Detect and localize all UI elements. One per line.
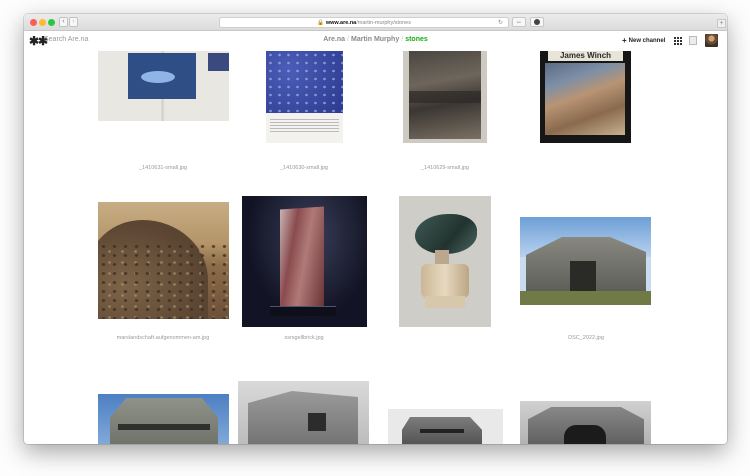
breadcrumb-separator: / xyxy=(401,36,404,43)
rock-ledge xyxy=(409,91,481,103)
channel-grid: _1410631-small.jpg _1410630-small.jpg _1… xyxy=(24,51,727,444)
bunker-door xyxy=(308,413,326,431)
block-image[interactable] xyxy=(98,202,229,319)
new-tab-button[interactable]: + xyxy=(717,19,726,28)
block-image[interactable] xyxy=(238,381,369,444)
texture xyxy=(98,242,229,319)
extension-icon xyxy=(534,19,540,25)
forward-arrow-icon: › xyxy=(72,18,75,25)
resize-arrows-icon: ↔ xyxy=(516,19,522,25)
block-caption: _1410629-small.jpg xyxy=(420,165,469,171)
block-image[interactable] xyxy=(388,409,503,444)
pedestal xyxy=(421,264,469,298)
block-image[interactable]: James Winch xyxy=(540,51,631,143)
block-image[interactable] xyxy=(266,51,343,143)
block-image[interactable] xyxy=(399,196,491,327)
fish-shape xyxy=(141,71,175,83)
block-image[interactable] xyxy=(242,196,367,327)
bunker-door xyxy=(570,261,596,291)
texture xyxy=(266,51,343,113)
app-header: ✱✱ Search Are.na Are.na / Martin Murphy / st… xyxy=(24,31,727,51)
forward-button[interactable]: › xyxy=(69,17,78,27)
text-lines xyxy=(270,119,339,133)
brick-shape xyxy=(280,206,324,310)
bunker-shape xyxy=(110,398,218,444)
notifications-button[interactable] xyxy=(689,36,697,45)
breadcrumb-root[interactable]: Are.na xyxy=(323,36,345,43)
block-image[interactable] xyxy=(520,401,651,444)
image-panel xyxy=(545,63,625,135)
url-host: www.are.na xyxy=(325,20,357,26)
resize-button[interactable]: ↔ xyxy=(512,17,526,27)
plus-icon: + xyxy=(719,20,724,27)
pedestal xyxy=(270,306,336,316)
bunker-slit xyxy=(420,429,464,433)
block-image[interactable] xyxy=(403,51,487,143)
browser-window: ‹ › 🔒 www.are.na/martin-murphy/stones ↻ ↔… xyxy=(24,14,727,444)
breadcrumb-separator: / xyxy=(347,36,349,43)
url-path: /martin-murphy/stones xyxy=(356,20,411,26)
bunker-shape xyxy=(248,391,358,444)
breadcrumb-channel[interactable]: stones xyxy=(405,36,428,43)
back-button[interactable]: ‹ xyxy=(59,17,68,27)
zoom-window-button[interactable] xyxy=(48,19,55,26)
breadcrumb-user[interactable]: Martin Murphy xyxy=(351,36,399,43)
extension-button[interactable] xyxy=(530,17,544,27)
block-image[interactable] xyxy=(98,394,229,444)
avatar[interactable] xyxy=(705,34,718,47)
block-caption: ssrsgellbrick.jpg xyxy=(284,335,324,341)
lock-icon: 🔒 xyxy=(317,20,324,26)
pedestal-base xyxy=(425,296,465,308)
bunker-door xyxy=(564,425,606,444)
new-channel-label: New channel xyxy=(628,38,666,44)
grid-view-icon[interactable] xyxy=(674,37,682,45)
book-title: James Winch xyxy=(548,51,623,61)
block-image[interactable] xyxy=(98,51,229,121)
plus-icon: + xyxy=(622,36,627,45)
image-panel xyxy=(208,53,229,71)
reload-icon[interactable]: ↻ xyxy=(498,18,503,28)
back-arrow-icon: ‹ xyxy=(62,18,65,25)
address-bar[interactable]: 🔒 www.are.na/martin-murphy/stones ↻ xyxy=(219,17,509,28)
new-channel-button[interactable]: + New channel xyxy=(622,36,665,45)
desktop-background: ‹ › 🔒 www.are.na/martin-murphy/stones ↻ ↔… xyxy=(0,0,750,476)
browser-toolbar: ‹ › 🔒 www.are.na/martin-murphy/stones ↻ ↔… xyxy=(24,14,727,31)
block-caption: DSC_2022.jpg xyxy=(568,335,604,341)
bunker-slit xyxy=(118,424,210,430)
block-caption: _1410631-small.jpg xyxy=(138,165,187,171)
ground xyxy=(520,291,651,305)
stone-shape xyxy=(415,214,477,254)
close-window-button[interactable] xyxy=(30,19,37,26)
block-image[interactable] xyxy=(520,217,651,305)
block-caption: _1410630-small.jpg xyxy=(279,165,328,171)
block-caption: marslandschaft-aufgenommen-am.jpg xyxy=(116,335,210,341)
minimize-window-button[interactable] xyxy=(39,19,46,26)
